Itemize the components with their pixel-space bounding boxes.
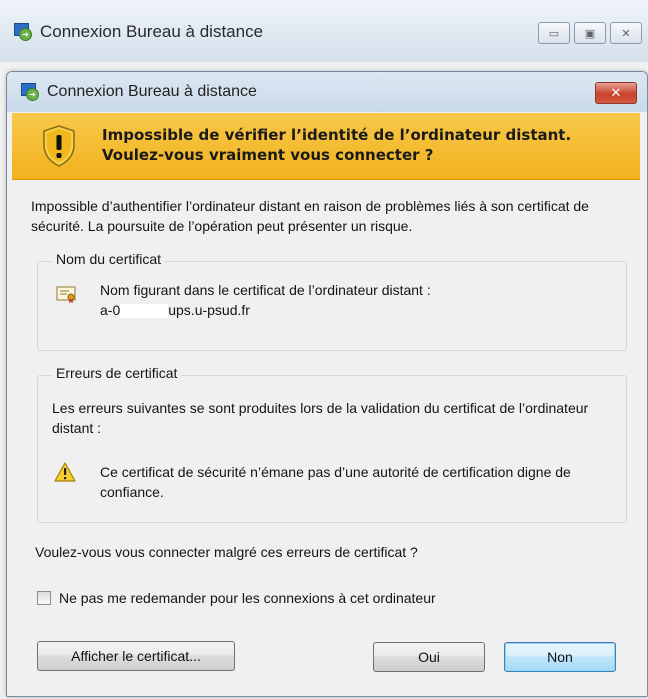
- minimize-button[interactable]: ▭: [538, 22, 570, 44]
- maximize-button[interactable]: ▣: [574, 22, 606, 44]
- certificate-name-group-title: Nom du certificat: [52, 251, 166, 267]
- yes-button[interactable]: Oui: [373, 642, 485, 672]
- close-icon: ✕: [610, 85, 622, 100]
- connect-question: Voulez-vous vous connecter malgré ces er…: [35, 544, 418, 560]
- no-button[interactable]: Non: [504, 642, 616, 672]
- certificate-name-group: Nom du certificat Nom figurant dans le c…: [37, 251, 627, 351]
- certificate-name-suffix: ups.u-psud.fr: [168, 302, 250, 318]
- dialog-close-button[interactable]: ✕: [595, 82, 637, 104]
- certificate-name-value: a-0 ups.u-psud.fr: [100, 300, 250, 320]
- warning-line-1: Impossible de vérifier l’identité de l’o…: [102, 126, 572, 144]
- certificate-warning-dialog: ➜ Connexion Bureau à distance ✕ Impossib…: [6, 71, 648, 697]
- remote-desktop-icon: ➜: [14, 23, 32, 41]
- redacted-area: [120, 304, 169, 319]
- maximize-icon: ▣: [584, 27, 596, 40]
- certificate-name-label: Nom figurant dans le certificat de l’ord…: [100, 282, 431, 298]
- outer-window-controls: ▭ ▣ ✕: [538, 22, 642, 44]
- dont-ask-again-checkbox[interactable]: [37, 591, 51, 605]
- minimize-icon: ▭: [548, 27, 560, 40]
- remote-desktop-icon: ➜: [21, 83, 39, 101]
- certificate-error-item: Ce certificat de sécurité n’émane pas d’…: [100, 464, 571, 500]
- dialog-title-area: ➜ Connexion Bureau à distance: [21, 83, 257, 101]
- warning-message: Impossible de vérifier l’identité de l’o…: [102, 125, 571, 165]
- dont-ask-again-label[interactable]: Ne pas me redemander pour les connexions…: [59, 588, 619, 608]
- dialog-description: Impossible d’authentifier l’ordinateur d…: [31, 198, 589, 234]
- certificate-icon: [56, 286, 76, 303]
- warning-line-2: Voulez-vous vraiment vous connecter ?: [102, 146, 434, 164]
- view-certificate-button[interactable]: Afficher le certificat...: [37, 641, 235, 671]
- outer-window-title: Connexion Bureau à distance: [40, 22, 264, 41]
- dialog-titlebar: ➜ Connexion Bureau à distance ✕: [7, 72, 647, 112]
- certificate-name-prefix: a-0: [100, 302, 121, 318]
- certificate-errors-group: Erreurs de certificat Les erreurs suivan…: [37, 365, 627, 523]
- close-icon: ✕: [621, 27, 631, 40]
- outer-window-title-area: ➜ Connexion Bureau à distance: [14, 22, 263, 42]
- certificate-errors-group-title: Erreurs de certificat: [52, 365, 182, 381]
- warning-banner: Impossible de vérifier l’identité de l’o…: [12, 113, 640, 180]
- outer-window-titlebar: ➜ Connexion Bureau à distance ▭ ▣ ✕: [0, 0, 648, 62]
- close-button[interactable]: ✕: [610, 22, 642, 44]
- warning-triangle-icon: [54, 462, 76, 482]
- warning-shield-icon: [43, 125, 75, 167]
- dialog-title: Connexion Bureau à distance: [47, 83, 257, 100]
- certificate-errors-intro: Les erreurs suivantes se sont produites …: [52, 400, 589, 436]
